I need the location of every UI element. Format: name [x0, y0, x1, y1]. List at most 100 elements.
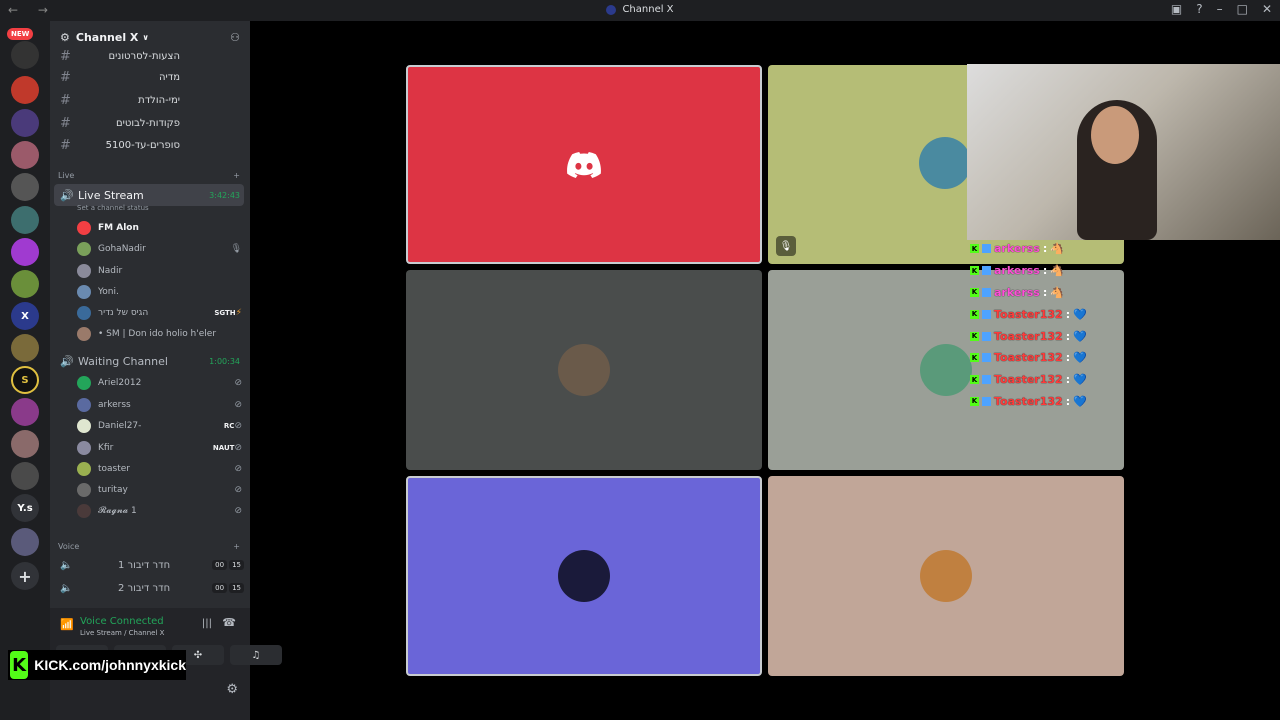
voice-member[interactable]: • SM | Don ido holio h'eler — [77, 324, 242, 344]
chat-username: Toaster132 — [994, 394, 1063, 408]
voice-channel-waiting[interactable]: 🔊 Waiting Channel 1:00:34 — [54, 350, 244, 372]
speaker-icon: 🔈 — [60, 582, 73, 594]
server-icon-7[interactable] — [11, 238, 39, 266]
server-icon-5[interactable] — [11, 173, 39, 201]
boost-icon: ⚡ — [235, 308, 242, 318]
deafened-icon: ⊘ — [234, 421, 242, 431]
channel-status[interactable]: Set a channel status — [77, 204, 149, 212]
sub-badge-icon — [982, 309, 991, 319]
chevron-down-icon: ∨ — [142, 33, 149, 42]
voice-channel[interactable]: 🔈 חדר דיבור 2 00 15 — [54, 577, 244, 599]
server-icon-14[interactable] — [11, 528, 39, 556]
text-channel[interactable]: # מדיה — [60, 67, 244, 87]
server-icon-2[interactable] — [11, 76, 39, 104]
server-icon-6[interactable] — [11, 206, 39, 234]
text-channel[interactable]: # הצעות-לסרטונים — [60, 46, 244, 66]
text-channel[interactable]: # פקודות-לבוטים — [60, 113, 244, 133]
speaker-icon: 🔊 — [60, 354, 74, 368]
soundboard-button[interactable]: ♫ — [230, 645, 282, 665]
hash-icon: # — [60, 137, 71, 153]
kick-url: KICK.com/johnnyxkick — [34, 657, 186, 673]
deafened-icon: ⊘ — [234, 506, 242, 516]
sub-badge-icon — [982, 353, 991, 363]
server-icon-13[interactable] — [11, 462, 39, 490]
mic-icon: 🎙 — [230, 244, 242, 254]
help-icon[interactable]: ? — [1196, 2, 1202, 16]
voice-member[interactable]: 𝓡𝓪𝓰𝓷𝓪 1 ⊘ — [77, 501, 242, 521]
window-title: Channel X — [0, 4, 1280, 15]
disconnect-icon[interactable]: ☎ — [222, 616, 236, 629]
server-icon-3[interactable] — [11, 109, 39, 137]
discord-logo-icon — [567, 151, 601, 178]
category-live[interactable]: Live + — [58, 171, 240, 180]
sub-badge-icon — [982, 396, 991, 406]
plus-icon[interactable]: + — [233, 542, 240, 551]
voice-member[interactable]: FM Alon — [77, 218, 242, 238]
server-icon-12[interactable] — [11, 430, 39, 458]
kick-logo: K — [10, 651, 29, 679]
chat-emote: 🐴 — [1050, 264, 1064, 278]
avatar — [920, 550, 972, 602]
close-button[interactable]: ✕ — [1262, 2, 1272, 16]
settings-gear-icon[interactable]: ⚙ — [226, 682, 238, 697]
voice-member[interactable]: Yoni. — [77, 282, 242, 302]
minimize-button[interactable]: – — [1217, 2, 1223, 16]
voice-member[interactable]: arkerss ⊘ — [77, 395, 242, 415]
sub-badge-icon — [982, 331, 991, 341]
deafened-icon: ⊘ — [234, 400, 242, 410]
video-tile-5[interactable] — [406, 476, 762, 676]
kick-badge-icon: K — [970, 375, 979, 385]
deafened-icon: ⊘ — [234, 485, 242, 495]
kick-chat-overlay: Karkerss: 🐴 Karkerss: 🐴 Karkerss: 🐴 K Toaster13… — [970, 238, 1110, 412]
mute-icon[interactable]: 🎙 — [776, 236, 796, 256]
maximize-button[interactable]: □ — [1237, 2, 1248, 16]
voice-member[interactable]: Kfir NAUT ⊘ — [77, 438, 242, 458]
chat-message: Karkerss: 🐴 — [970, 238, 1110, 260]
voice-channel-live-stream[interactable]: 🔊 Live Stream 3:42:43 — [54, 184, 244, 206]
add-member-icon[interactable]: ⚇ — [230, 31, 240, 44]
hash-icon: # — [60, 115, 71, 131]
noise-suppression-icon[interactable]: ||| — [202, 618, 212, 629]
server-icon-1[interactable] — [11, 41, 39, 69]
chat-emote: 💙 — [1073, 394, 1087, 408]
kick-badge-icon: K — [970, 396, 979, 406]
new-badge[interactable]: NEW — [7, 28, 34, 40]
voice-member[interactable]: Ariel2012 ⊘ — [77, 373, 242, 393]
server-icon-ys[interactable]: Y.s — [11, 494, 39, 522]
voice-member[interactable]: turitay ⊘ — [77, 480, 242, 500]
voice-member[interactable]: toaster ⊘ — [77, 459, 242, 479]
chat-username: arkerss — [994, 285, 1040, 299]
plus-icon[interactable]: + — [233, 171, 240, 180]
avatar — [77, 264, 91, 278]
server-icon-8[interactable] — [11, 270, 39, 298]
voice-member[interactable]: Daniel27- RC ⊘ — [77, 416, 242, 436]
voice-member[interactable]: הגיס של נדיר SGTH ⚡ — [77, 303, 242, 323]
chat-colon: : — [1042, 264, 1048, 278]
chat-username: arkerss — [994, 264, 1040, 278]
voice-member[interactable]: GohaNadir 🎙 — [77, 239, 242, 259]
text-channel[interactable]: # סופרים-עד-5100 — [60, 135, 244, 155]
voice-channel[interactable]: 🔈 חדר דיבור 1 00 15 — [54, 554, 244, 576]
chat-colon: : — [1065, 373, 1071, 387]
text-channel[interactable]: # ימי-הולדת — [60, 90, 244, 110]
server-icon-10[interactable]: S — [11, 366, 39, 394]
chat-message: K Toaster132: 💙 — [970, 325, 1110, 347]
server-icon-4[interactable] — [11, 141, 39, 169]
video-tile-discord[interactable] — [406, 65, 762, 264]
video-tile-3[interactable] — [406, 270, 762, 470]
inbox-icon[interactable]: ▣ — [1171, 2, 1182, 16]
server-icon-channel-x[interactable]: X — [11, 302, 39, 330]
chat-username: Toaster132 — [994, 351, 1063, 365]
server-icon-11[interactable] — [11, 398, 39, 426]
webcam-overlay — [967, 64, 1280, 240]
server-icon-9[interactable] — [11, 334, 39, 362]
signal-icon[interactable]: 📶 — [60, 618, 74, 631]
avatar — [77, 441, 91, 455]
hash-icon: # — [60, 69, 71, 85]
category-voice[interactable]: Voice + — [58, 542, 240, 551]
server-icon — [606, 4, 617, 15]
avatar — [77, 419, 91, 433]
voice-member[interactable]: Nadir — [77, 261, 242, 281]
video-tile-6[interactable] — [768, 476, 1124, 676]
add-server-icon[interactable]: + — [11, 562, 39, 590]
